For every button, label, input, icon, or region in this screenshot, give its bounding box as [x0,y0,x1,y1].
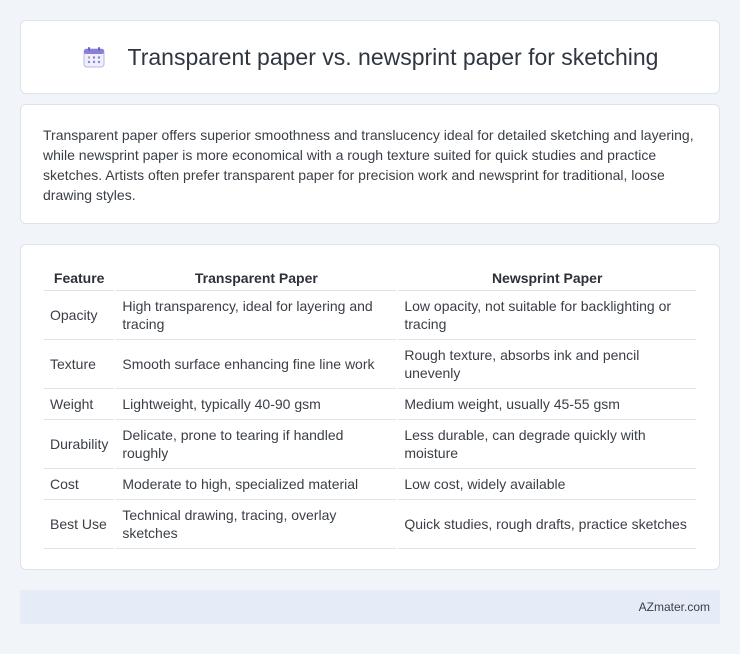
table-row: Durability Delicate, prone to tearing if… [44,420,696,469]
row-transparent: Moderate to high, specialized material [116,469,397,500]
row-feature: Weight [44,389,115,420]
row-transparent: Technical drawing, tracing, overlay sket… [116,500,397,549]
row-newsprint: Medium weight, usually 45-55 gsm [398,389,696,420]
row-newsprint: Less durable, can degrade quickly with m… [398,420,696,469]
comparison-table-card: Feature Transparent Paper Newsprint Pape… [20,244,720,570]
table-row: Cost Moderate to high, specialized mater… [44,469,696,500]
comparison-table: Feature Transparent Paper Newsprint Pape… [42,265,698,549]
row-feature: Durability [44,420,115,469]
table-row: Weight Lightweight, typically 40-90 gsm … [44,389,696,420]
table-row: Best Use Technical drawing, tracing, ove… [44,500,696,549]
row-transparent: Lightweight, typically 40-90 gsm [116,389,397,420]
row-feature: Best Use [44,500,115,549]
summary-text: Transparent paper offers superior smooth… [43,127,694,203]
header-transparent-paper: Transparent Paper [116,265,397,291]
row-newsprint: Rough texture, absorbs ink and pencil un… [398,340,696,389]
calendar-icon [82,45,106,69]
row-feature: Cost [44,469,115,500]
footer: AZmater.com [20,590,720,624]
table-header-row: Feature Transparent Paper Newsprint Pape… [44,265,696,291]
header-feature: Feature [44,265,115,291]
page-title: Transparent paper vs. newsprint paper fo… [127,43,659,70]
table-row: Opacity High transparency, ideal for lay… [44,291,696,340]
row-transparent: High transparency, ideal for layering an… [116,291,397,340]
header-card: Transparent paper vs. newsprint paper fo… [20,20,720,94]
header-newsprint-paper: Newsprint Paper [398,265,696,291]
row-newsprint: Low cost, widely available [398,469,696,500]
row-feature: Opacity [44,291,115,340]
row-newsprint: Low opacity, not suitable for backlighti… [398,291,696,340]
table-row: Texture Smooth surface enhancing fine li… [44,340,696,389]
footer-brand[interactable]: AZmater.com [639,600,710,614]
title-row: Transparent paper vs. newsprint paper fo… [21,21,719,93]
row-newsprint: Quick studies, rough drafts, practice sk… [398,500,696,549]
row-feature: Texture [44,340,115,389]
summary-card: Transparent paper offers superior smooth… [20,104,720,224]
row-transparent: Smooth surface enhancing fine line work [116,340,397,389]
row-transparent: Delicate, prone to tearing if handled ro… [116,420,397,469]
